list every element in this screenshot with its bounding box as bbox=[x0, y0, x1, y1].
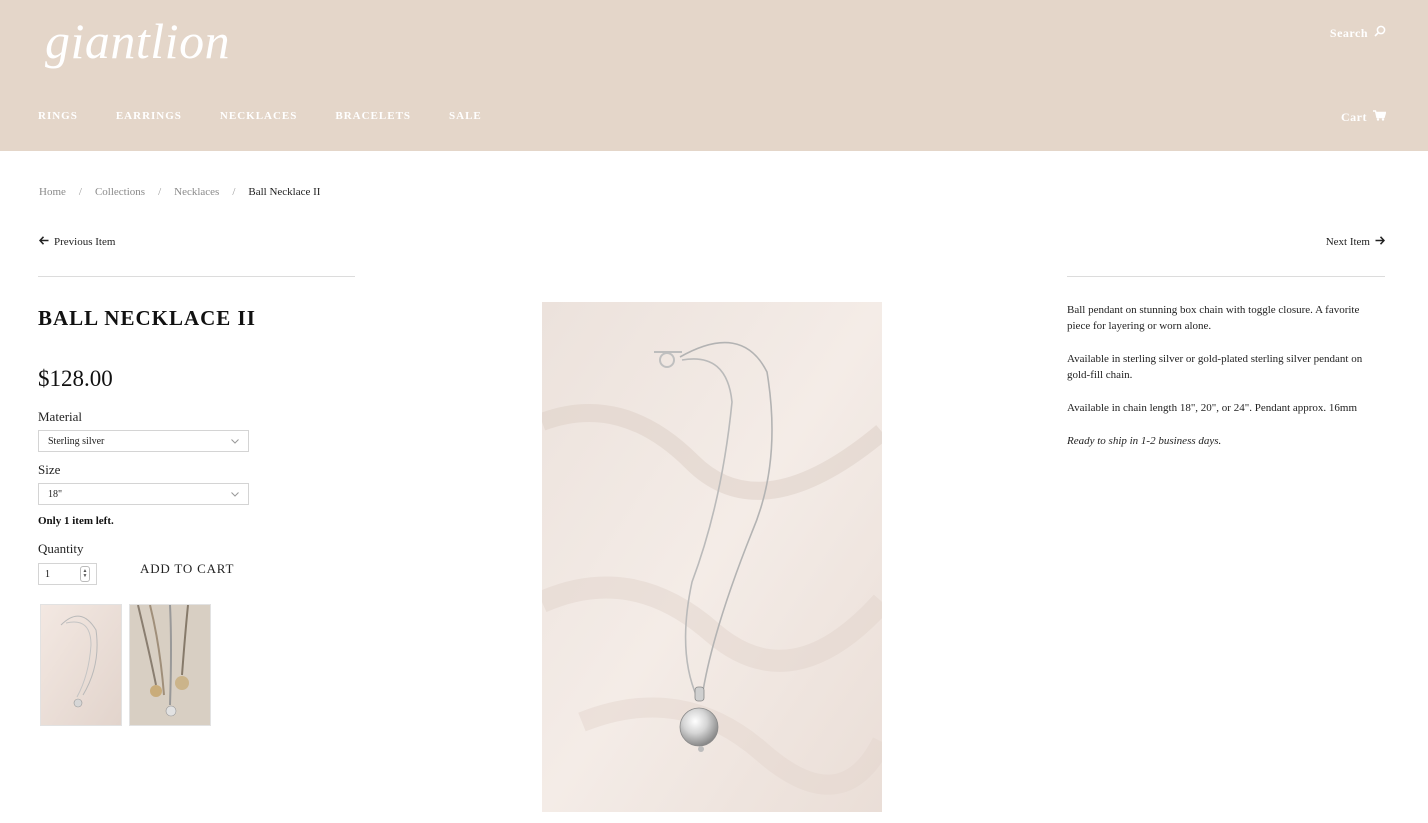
description-paragraph: Ball pendant on stunning box chain with … bbox=[1067, 304, 1360, 332]
next-item-label: Next Item bbox=[1325, 236, 1370, 248]
stock-notice: Only 1 item left. bbox=[38, 515, 114, 527]
cart-label: Cart bbox=[1341, 110, 1367, 124]
thumbnail-image-gold-necklaces bbox=[130, 605, 210, 725]
material-value: Sterling silver bbox=[48, 435, 105, 447]
breadcrumb-home[interactable]: Home bbox=[39, 186, 66, 198]
stepper-down-icon[interactable]: ▼ bbox=[83, 574, 88, 579]
nav-rings[interactable]: RINGS bbox=[38, 110, 78, 122]
nav-necklaces[interactable]: NECKLACES bbox=[220, 110, 297, 122]
nav-earrings[interactable]: EARRINGS bbox=[116, 110, 182, 122]
breadcrumb-collections[interactable]: Collections bbox=[95, 186, 145, 198]
thumbnail-2[interactable] bbox=[129, 604, 211, 726]
nav-sale[interactable]: SALE bbox=[449, 110, 482, 122]
next-item-link[interactable]: Next Item bbox=[1325, 236, 1386, 248]
arrow-left-icon bbox=[38, 236, 49, 248]
site-logo[interactable]: giantlion bbox=[45, 16, 230, 66]
previous-item-link[interactable]: Previous Item bbox=[38, 236, 116, 248]
main-product-image[interactable] bbox=[542, 302, 882, 812]
material-label: Material bbox=[38, 409, 83, 424]
quantity-value: 1 bbox=[45, 568, 50, 580]
description-paragraph: Available in sterling silver or gold-pla… bbox=[1067, 353, 1363, 381]
cart-link[interactable]: Cart bbox=[1341, 110, 1387, 125]
quantity-input[interactable]: 1 ▲ ▼ bbox=[38, 563, 97, 585]
arrow-right-icon bbox=[1375, 236, 1386, 248]
necklace-photo bbox=[542, 302, 882, 812]
search-label: Search bbox=[1329, 25, 1368, 40]
chevron-down-icon bbox=[231, 489, 239, 500]
product-price: $128.00 bbox=[38, 366, 113, 391]
breadcrumb-separator: / bbox=[158, 186, 162, 198]
divider bbox=[38, 276, 355, 277]
breadcrumb-separator: / bbox=[78, 186, 82, 198]
cart-icon bbox=[1373, 110, 1387, 125]
material-select[interactable]: Sterling silver bbox=[38, 430, 249, 452]
site-header: giantlion Search RINGS EARRINGS NECKLACE… bbox=[0, 0, 1428, 151]
breadcrumb: Home / Collections / Necklaces / Ball Ne… bbox=[39, 186, 320, 198]
search-icon bbox=[1374, 25, 1386, 41]
size-select[interactable]: 18" bbox=[38, 483, 249, 505]
quantity-stepper[interactable]: ▲ ▼ bbox=[80, 566, 90, 582]
size-value: 18" bbox=[48, 488, 63, 500]
breadcrumb-current: Ball Necklace II bbox=[248, 186, 321, 198]
main-nav: RINGS EARRINGS NECKLACES BRACELETS SALE bbox=[38, 110, 520, 122]
chevron-down-icon bbox=[231, 436, 239, 447]
nav-bracelets[interactable]: BRACELETS bbox=[335, 110, 411, 122]
breadcrumb-separator: / bbox=[232, 186, 236, 198]
previous-item-label: Previous Item bbox=[54, 236, 116, 248]
search-link[interactable]: Search bbox=[1330, 25, 1386, 41]
thumbnail-image-ball-necklace bbox=[41, 605, 121, 725]
divider bbox=[1067, 276, 1385, 277]
thumbnail-1[interactable] bbox=[40, 604, 122, 726]
shipping-note: Ready to ship in 1-2 business days. bbox=[1067, 435, 1222, 447]
description-paragraph: Available in chain length 18", 20", or 2… bbox=[1067, 402, 1358, 414]
add-to-cart-button[interactable]: ADD TO CART bbox=[140, 561, 234, 577]
quantity-label: Quantity bbox=[38, 541, 84, 556]
product-title: BALL NECKLACE II bbox=[38, 306, 256, 330]
product-description: Ball pendant on stunning box chain with … bbox=[1067, 302, 1385, 466]
size-label: Size bbox=[38, 462, 61, 477]
breadcrumb-necklaces[interactable]: Necklaces bbox=[174, 186, 219, 198]
